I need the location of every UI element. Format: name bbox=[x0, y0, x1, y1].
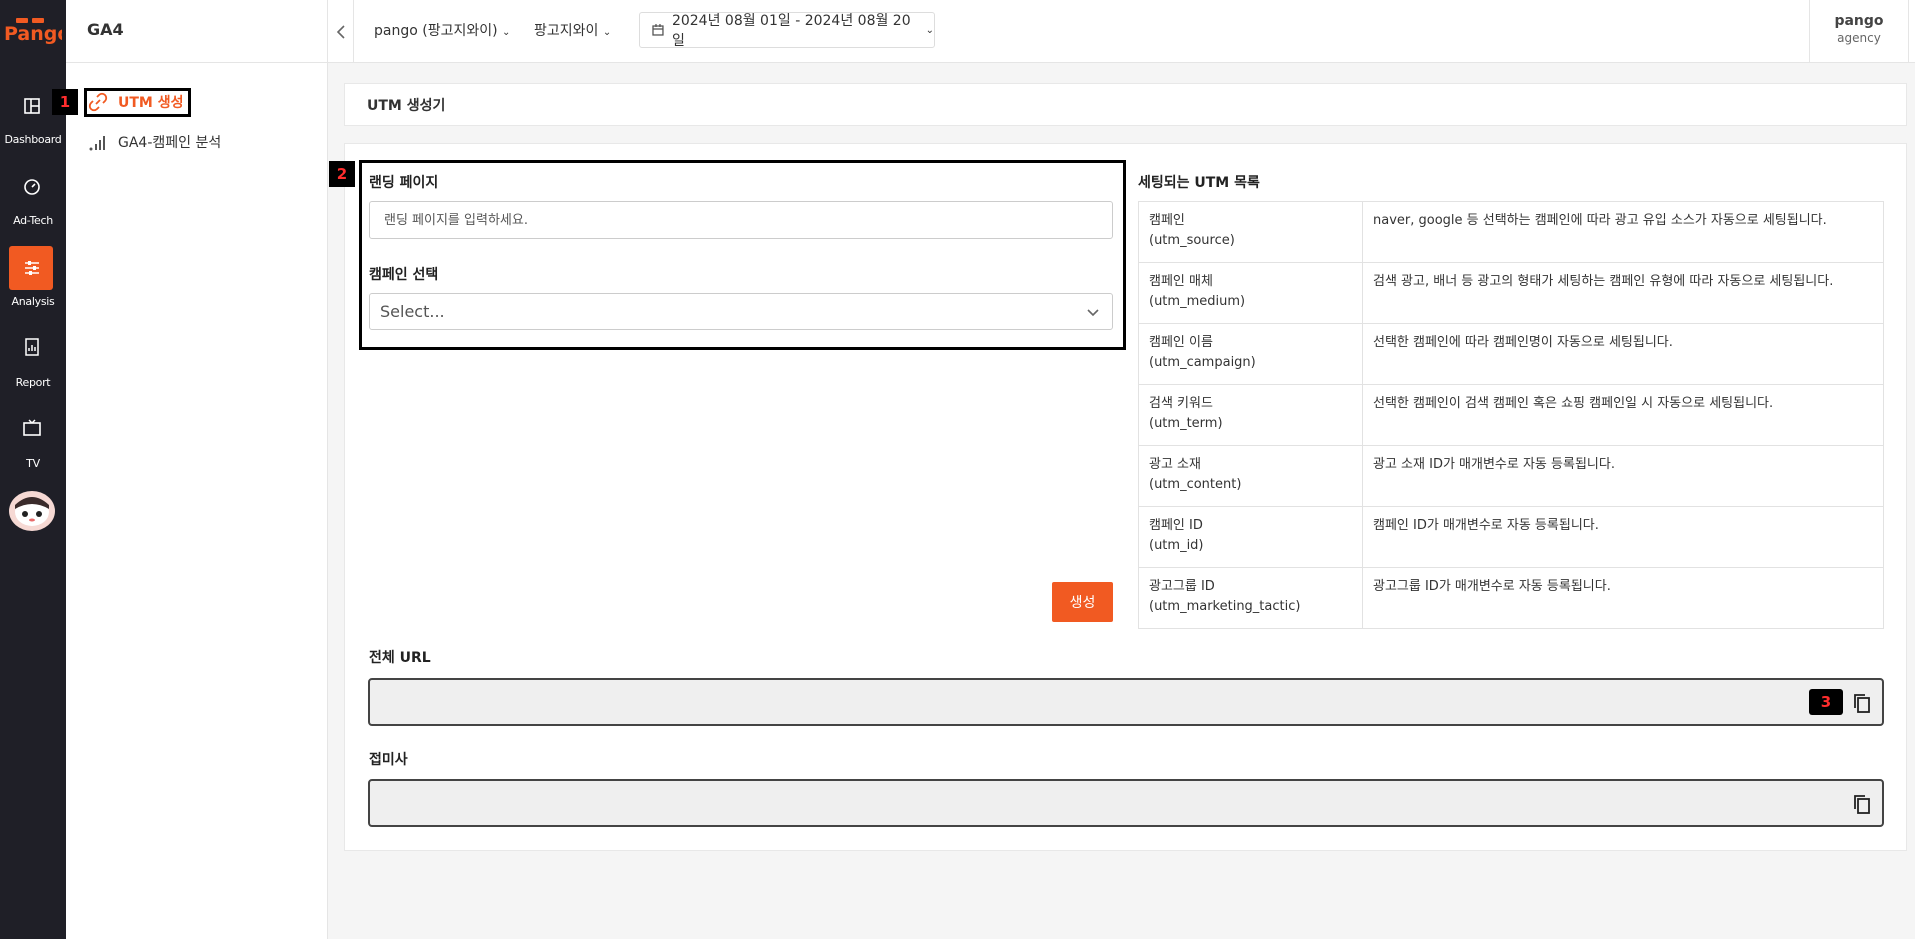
sliders-icon bbox=[25, 261, 39, 275]
calendar-icon bbox=[652, 24, 664, 36]
utm-key-cell: 캠페인 매체 (utm_medium) bbox=[1138, 262, 1363, 324]
user-menu[interactable]: pango agency bbox=[1809, 0, 1908, 63]
sidebar-item-ga4-campaign[interactable]: GA4-캠페인 분석 bbox=[88, 128, 308, 156]
utm-desc: 광고그룹 ID가 매개변수로 자동 등록됩니다. bbox=[1362, 567, 1884, 629]
utm-name: 검색 키워드 bbox=[1149, 396, 1213, 411]
utm-name: 캠페인 bbox=[1149, 213, 1185, 228]
report-chart-icon bbox=[25, 338, 39, 356]
suffix-label: 접미사 bbox=[369, 752, 408, 768]
sidebar-item-ga4-campaign-label: GA4-캠페인 분석 bbox=[118, 135, 222, 151]
full-url-label: 전체 URL bbox=[369, 650, 431, 666]
annotation-badge-1: 1 bbox=[52, 89, 78, 115]
utm-param: (utm_source) bbox=[1149, 233, 1235, 248]
rail-report-label: Report bbox=[15, 376, 51, 389]
utm-key-cell: 캠페인 ID (utm_id) bbox=[1138, 506, 1363, 568]
utm-desc: naver, google 등 선택하는 캠페인에 따라 광고 유입 소스가 자… bbox=[1362, 201, 1884, 263]
advertiser-dropdown[interactable]: 팡고지와이 ⌄ bbox=[534, 20, 611, 40]
rail-tv[interactable]: TV bbox=[0, 418, 66, 484]
signal-bars-icon bbox=[89, 136, 105, 151]
suffix-field[interactable] bbox=[368, 779, 1884, 827]
table-row: 캠페인 매체 (utm_medium) 검색 광고, 배너 등 광고의 형태가 세… bbox=[1138, 262, 1884, 324]
utm-desc: 선택한 캠페인에 따라 캠페인명이 자동으로 세팅됩니다. bbox=[1362, 323, 1884, 385]
tv-icon bbox=[23, 419, 41, 436]
icon-rail: Pango Dashboard Ad-Tech Analysis bbox=[0, 0, 66, 939]
topbar-right-edge bbox=[1908, 0, 1915, 63]
chevron-left-icon bbox=[336, 24, 345, 39]
secondary-sidebar: GA4 UTM 생성 GA4-캠페인 분석 bbox=[66, 0, 328, 939]
page-title: UTM 생성기 bbox=[367, 98, 446, 114]
date-range-label: 2024년 08월 01일 - 2024년 08월 20일 bbox=[671, 13, 911, 49]
utm-desc: 캠페인 ID가 매개변수로 자동 등록됩니다. bbox=[1362, 506, 1884, 568]
account-dropdown[interactable]: pango (팡고지와이) ⌄ bbox=[374, 20, 510, 40]
chevron-down-icon bbox=[1087, 309, 1099, 317]
utm-list-title: 세팅되는 UTM 목록 bbox=[1138, 175, 1260, 191]
copy-icon[interactable] bbox=[1851, 692, 1873, 714]
utm-key-cell: 캠페인 이름 (utm_campaign) bbox=[1138, 323, 1363, 385]
copy-icon[interactable] bbox=[1851, 793, 1873, 815]
rail-analysis[interactable]: Analysis bbox=[0, 246, 66, 312]
utm-param: (utm_marketing_tactic) bbox=[1149, 599, 1301, 614]
utm-key-cell: 검색 키워드 (utm_term) bbox=[1138, 384, 1363, 446]
top-bar: pango (팡고지와이) ⌄ 팡고지와이 ⌄ 2024년 08월 01일 - … bbox=[328, 0, 1915, 63]
speedometer-icon bbox=[24, 179, 40, 195]
chevron-down-icon: ⌄ bbox=[602, 27, 612, 38]
advertiser-dropdown-label: 팡고지와이 bbox=[534, 23, 599, 39]
utm-name: 캠페인 이름 bbox=[1149, 335, 1213, 350]
landing-page-label: 랜딩 페이지 bbox=[369, 175, 439, 191]
collapse-sidebar-button[interactable] bbox=[328, 0, 354, 63]
mascot-avatar-icon[interactable] bbox=[7, 487, 57, 533]
utm-param: (utm_campaign) bbox=[1149, 355, 1256, 370]
rail-dashboard-label: Dashboard bbox=[4, 133, 62, 146]
table-row: 광고그룹 ID (utm_marketing_tactic) 광고그룹 ID가 매… bbox=[1138, 567, 1884, 629]
table-row: 캠페인 (utm_source) naver, google 등 선택하는 캠페인… bbox=[1138, 201, 1884, 263]
campaign-select[interactable]: Select... bbox=[369, 293, 1113, 330]
rail-analysis-label: Analysis bbox=[11, 295, 55, 308]
campaign-select-label: 캠페인 선택 bbox=[369, 267, 439, 283]
dashboard-icon bbox=[24, 98, 40, 114]
page-title-card: UTM 생성기 bbox=[344, 83, 1907, 126]
pango-logo[interactable]: Pango bbox=[2, 12, 62, 46]
svg-text:Pango: Pango bbox=[4, 23, 62, 45]
user-name: pango bbox=[1834, 13, 1884, 29]
campaign-select-value: Select... bbox=[380, 302, 445, 321]
utm-param: (utm_medium) bbox=[1149, 294, 1246, 309]
utm-name: 캠페인 ID bbox=[1149, 518, 1203, 533]
utm-key-cell: 광고그룹 ID (utm_marketing_tactic) bbox=[1138, 567, 1363, 629]
annotation-badge-2: 2 bbox=[329, 161, 355, 187]
rail-tv-label: TV bbox=[26, 457, 40, 470]
utm-key-cell: 캠페인 (utm_source) bbox=[1138, 201, 1363, 263]
full-url-field[interactable]: 3 bbox=[368, 678, 1884, 726]
rail-adtech-label: Ad-Tech bbox=[13, 214, 53, 227]
user-org: agency bbox=[1837, 31, 1881, 45]
date-range-picker[interactable]: 2024년 08월 01일 - 2024년 08월 20일 ⌄ bbox=[639, 12, 935, 49]
rail-adtech[interactable]: Ad-Tech bbox=[0, 167, 66, 233]
utm-desc: 검색 광고, 배너 등 광고의 형태가 세팅하는 캠페인 유형에 따라 자동으로… bbox=[1362, 262, 1884, 324]
utm-key-cell: 광고 소재 (utm_content) bbox=[1138, 445, 1363, 507]
rail-report[interactable]: Report bbox=[0, 337, 66, 403]
table-row: 캠페인 ID (utm_id) 캠페인 ID가 매개변수로 자동 등록됩니다. bbox=[1138, 506, 1884, 568]
utm-param: (utm_term) bbox=[1149, 416, 1223, 431]
generate-button[interactable]: 생성 bbox=[1052, 582, 1113, 622]
table-row: 검색 키워드 (utm_term) 선택한 캠페인이 검색 캠페인 혹은 쇼핑 캠… bbox=[1138, 384, 1884, 446]
utm-name: 광고 소재 bbox=[1149, 457, 1201, 472]
table-row: 광고 소재 (utm_content) 광고 소재 ID가 매개변수로 자동 등록… bbox=[1138, 445, 1884, 507]
utm-desc: 선택한 캠페인이 검색 캠페인 혹은 쇼핑 캠페인일 시 자동으로 세팅됩니다. bbox=[1362, 384, 1884, 446]
annotation-box-1 bbox=[84, 88, 191, 117]
utm-desc: 광고 소재 ID가 매개변수로 자동 등록됩니다. bbox=[1362, 445, 1884, 507]
sidebar-title: GA4 bbox=[66, 0, 327, 63]
utm-name: 광고그룹 ID bbox=[1149, 579, 1215, 594]
chevron-down-icon: ⌄ bbox=[502, 27, 511, 38]
utm-list-table: 캠페인 (utm_source) naver, google 등 선택하는 캠페인… bbox=[1138, 201, 1884, 629]
table-row: 캠페인 이름 (utm_campaign) 선택한 캠페인에 따라 캠페인명이 자… bbox=[1138, 323, 1884, 385]
account-dropdown-label: pango (팡고지와이) bbox=[374, 23, 498, 39]
chevron-down-icon: ⌄ bbox=[922, 24, 934, 36]
utm-param: (utm_id) bbox=[1149, 538, 1204, 553]
utm-name: 캠페인 매체 bbox=[1149, 274, 1213, 289]
utm-param: (utm_content) bbox=[1149, 477, 1242, 492]
annotation-badge-3: 3 bbox=[1809, 689, 1843, 715]
landing-page-input[interactable] bbox=[369, 201, 1113, 239]
